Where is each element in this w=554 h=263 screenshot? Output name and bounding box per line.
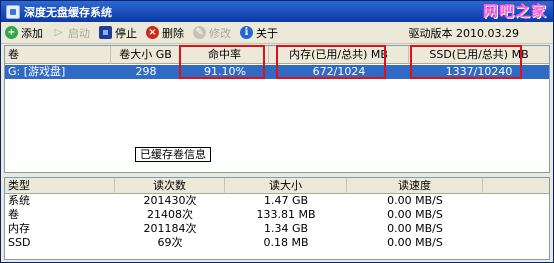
about-button[interactable]: i 关于 [236, 23, 283, 43]
title-bar[interactable]: 深度无盘缓存系统 网吧之家 [1, 1, 553, 22]
edit-button[interactable]: ✎ 修改 [189, 23, 236, 43]
stat-reads: 201184次 [143, 222, 197, 235]
stat-speed: 0.00 MB/S [387, 194, 443, 207]
delete-button-label: 删除 [162, 26, 184, 40]
stat-speed: 0.00 MB/S [387, 222, 443, 235]
table-row: SSD 69次 0.18 MB 0.00 MB/S [5, 236, 549, 250]
app-window: 深度无盘缓存系统 网吧之家 + 添加 ▷ 启动 停止 × 删除 ✎ 修改 i 关… [0, 0, 554, 263]
col-reads[interactable]: 读次数 [115, 178, 225, 194]
table-row[interactable]: G: [游戏盘] 298 91.10% 672/1024 1337/10240 [5, 65, 549, 79]
volume-name: G: [游戏盘] [8, 65, 66, 78]
cached-volume-info-label: 已缓存卷信息 [135, 147, 211, 162]
stat-reads: 69次 [157, 236, 183, 249]
stat-speed: 0.00 MB/S [387, 236, 443, 249]
stat-reads: 201430次 [143, 194, 197, 207]
memory-usage: 672/1024 [312, 65, 366, 78]
volume-size: 298 [135, 65, 157, 78]
info-icon: i [240, 26, 253, 39]
stat-speed: 0.00 MB/S [387, 208, 443, 221]
play-icon: ▷ [54, 27, 63, 38]
about-button-label: 关于 [256, 26, 278, 40]
stat-type: 卷 [8, 208, 19, 221]
table-row: 内存 201184次 1.34 GB 0.00 MB/S [5, 222, 549, 236]
start-button[interactable]: ▷ 启动 [48, 23, 95, 43]
stat-size: 1.47 GB [263, 194, 309, 207]
volume-list[interactable]: 卷 卷大小 GB 命中率 内存(已用/总共) MB SSD(已用/总共) MB … [4, 45, 550, 173]
stat-reads: 21408次 [147, 208, 193, 221]
window-title: 深度无盘缓存系统 [24, 5, 112, 19]
stat-type: 系统 [8, 194, 30, 207]
table-row: 系统 201430次 1.47 GB 0.00 MB/S [5, 194, 549, 208]
col-read-speed[interactable]: 读速度 [347, 178, 483, 194]
stat-type: SSD [8, 236, 31, 249]
add-button[interactable]: + 添加 [1, 23, 48, 43]
read-stats-table: 类型 读次数 读大小 读速度 系统 201430次 1.47 GB 0.00 M… [4, 177, 550, 260]
stat-size: 0.18 MB [263, 236, 309, 249]
col-size[interactable]: 卷大小 GB [111, 46, 181, 64]
stat-type: 内存 [8, 222, 30, 235]
stat-size: 133.81 MB [256, 208, 316, 221]
start-button-label: 启动 [68, 26, 90, 40]
watermark-logo: 网吧之家 [482, 2, 547, 20]
stop-button-label: 停止 [115, 26, 137, 40]
ssd-usage: 1337/10240 [445, 65, 513, 78]
stop-button[interactable]: 停止 [95, 23, 142, 43]
hit-rate: 91.10% [204, 65, 246, 78]
delete-icon: × [146, 26, 159, 39]
volume-list-header: 卷 卷大小 GB 命中率 内存(已用/总共) MB SSD(已用/总共) MB [5, 46, 549, 64]
add-button-label: 添加 [21, 26, 43, 40]
edit-button-label: 修改 [209, 26, 231, 40]
stats-header: 类型 读次数 读大小 读速度 [5, 178, 549, 194]
stat-size: 1.34 GB [263, 222, 309, 235]
col-read-size[interactable]: 读大小 [225, 178, 347, 194]
col-memory[interactable]: 内存(已用/总共) MB [269, 46, 409, 64]
col-volume[interactable]: 卷 [5, 46, 111, 64]
plus-icon: + [5, 26, 18, 39]
col-type[interactable]: 类型 [5, 178, 115, 194]
stop-icon [99, 26, 112, 39]
driver-version: 驱动版本 2010.03.29 [408, 27, 519, 40]
col-ssd[interactable]: SSD(已用/总共) MB [409, 46, 549, 64]
delete-button[interactable]: × 删除 [142, 23, 189, 43]
edit-icon: ✎ [193, 26, 206, 39]
app-icon [6, 4, 20, 19]
col-hit-rate[interactable]: 命中率 [181, 46, 269, 64]
table-row: 卷 21408次 133.81 MB 0.00 MB/S [5, 208, 549, 222]
